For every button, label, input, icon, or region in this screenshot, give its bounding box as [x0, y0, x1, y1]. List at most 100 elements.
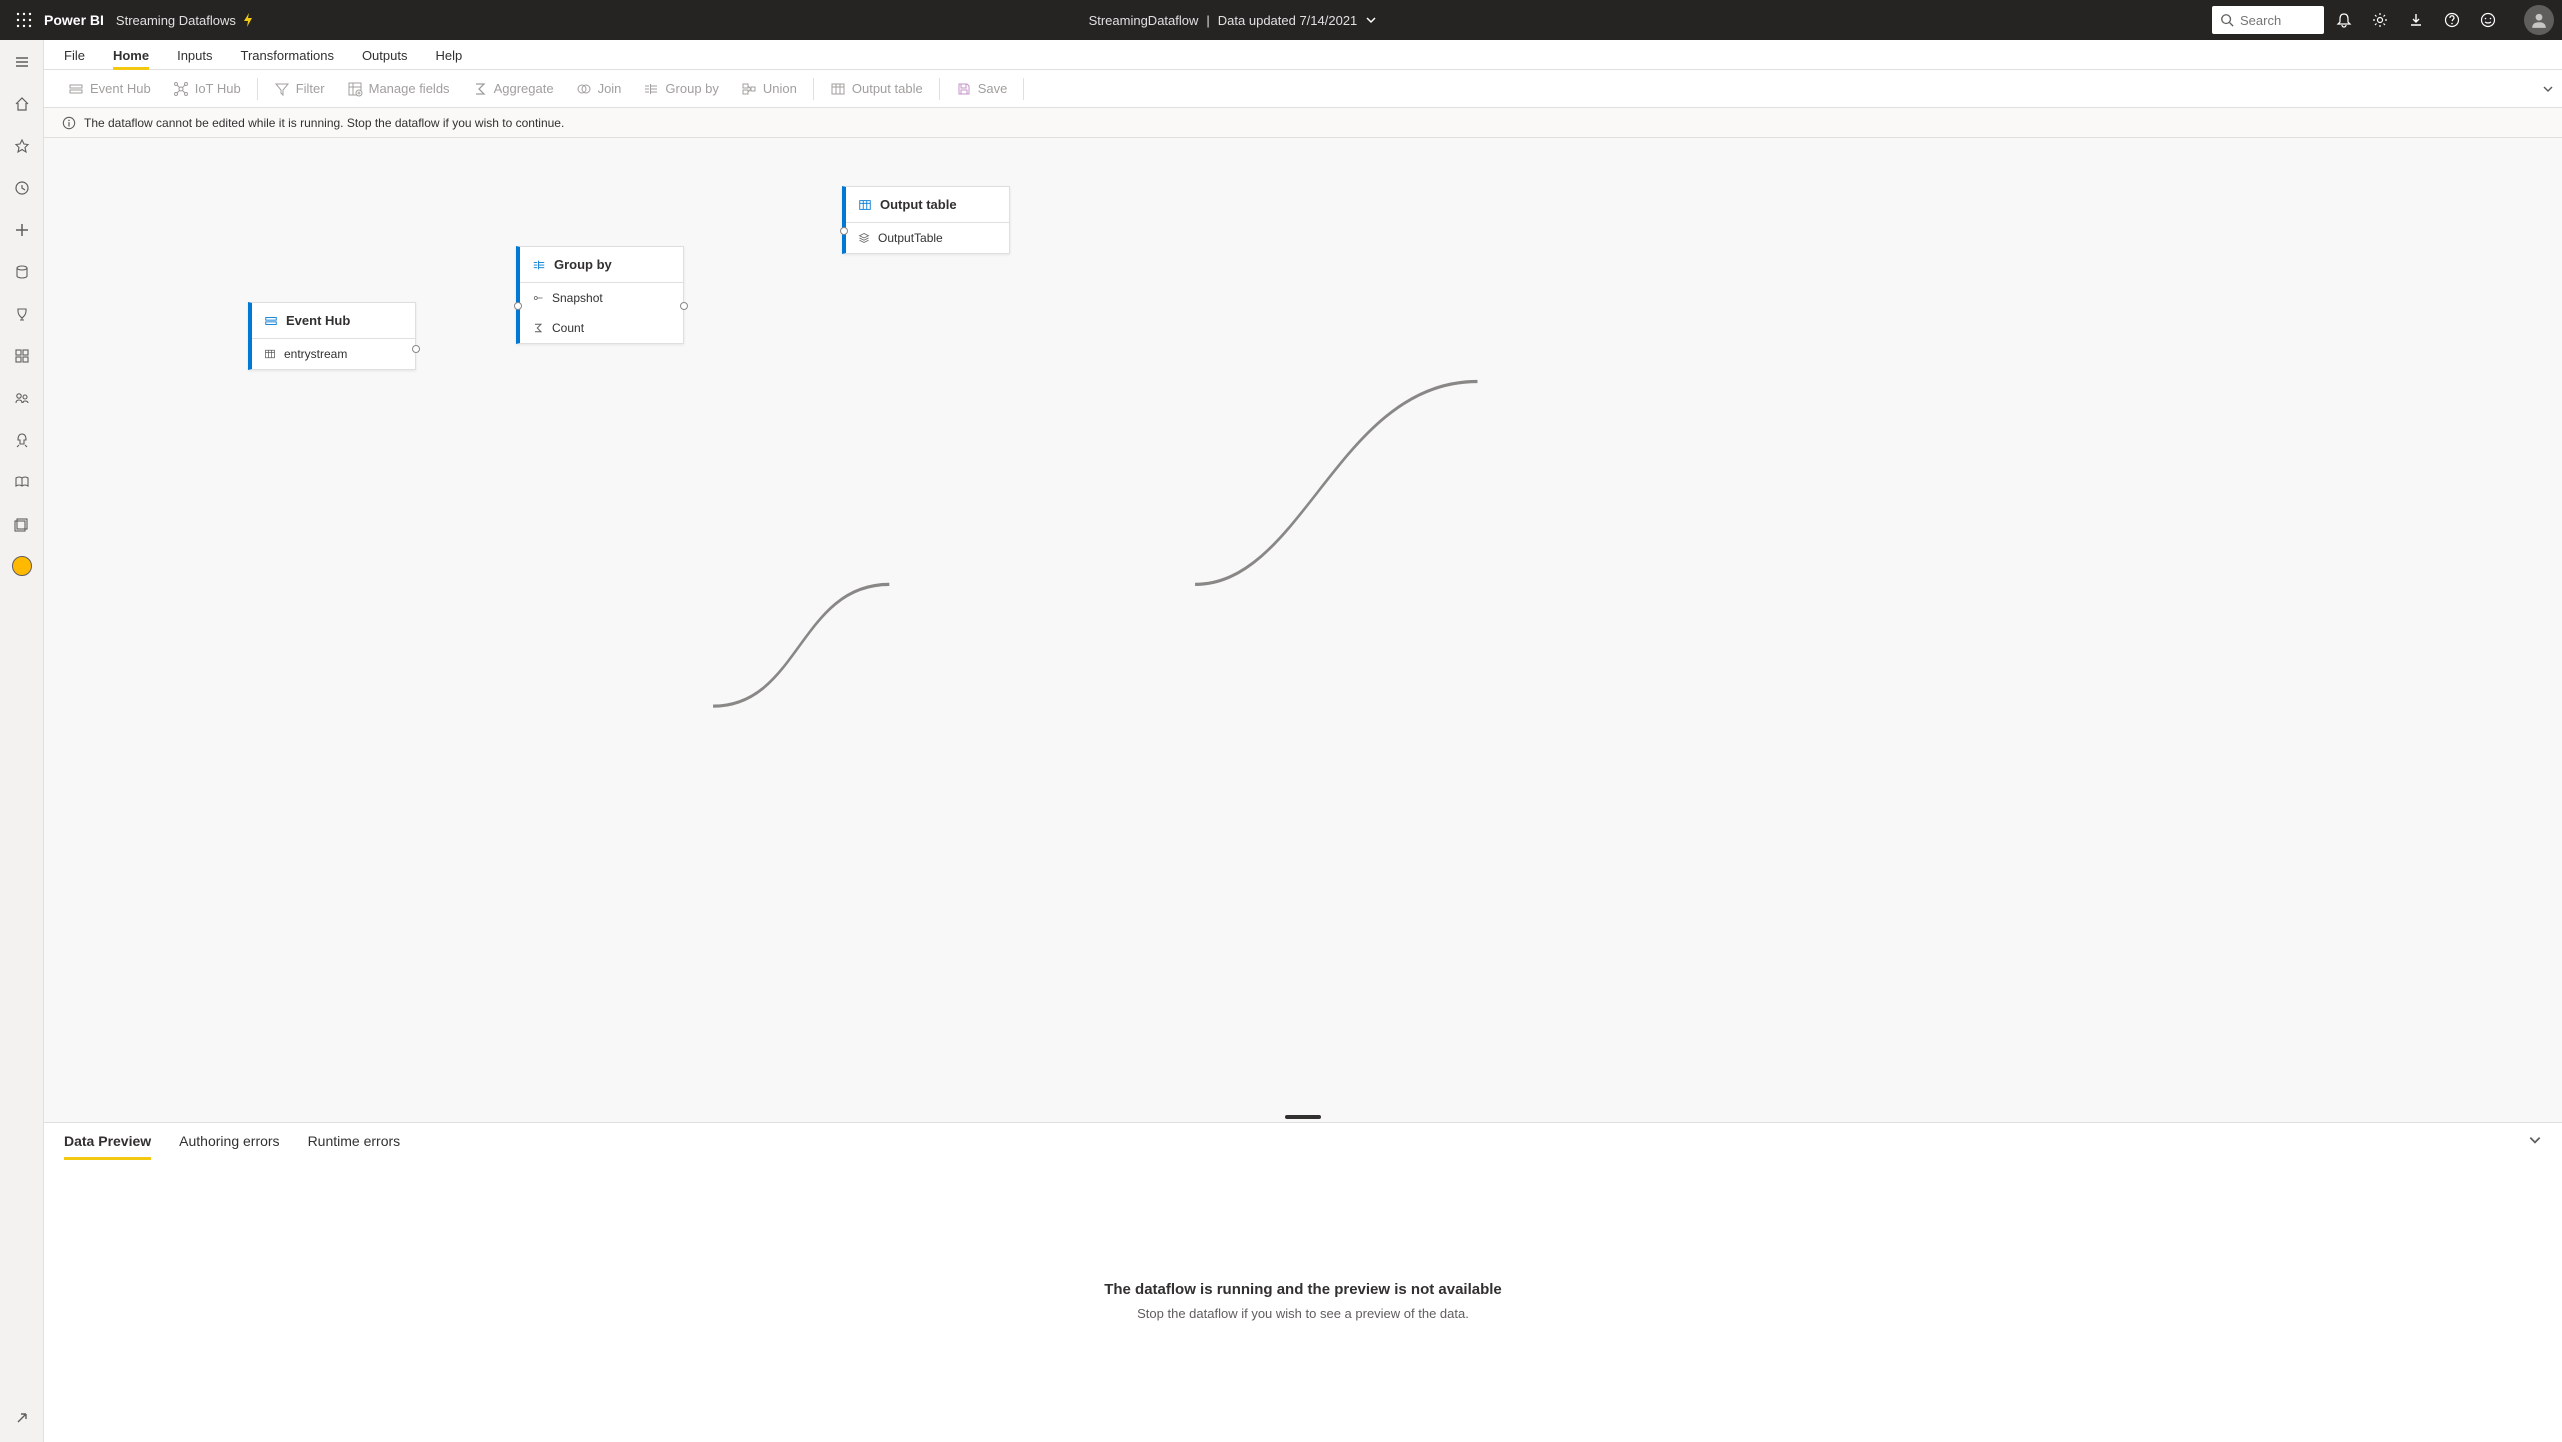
- ribbon-event-hub-label: Event Hub: [90, 81, 151, 96]
- ribbon-event-hub: Event Hub: [58, 77, 161, 101]
- node-group-by[interactable]: Group by Snapshot Count: [516, 246, 684, 344]
- avatar[interactable]: [2524, 5, 2554, 35]
- node-output-table-title: Output table: [880, 197, 957, 212]
- chevron-down-icon[interactable]: [1365, 14, 1377, 26]
- ribbon-overflow-icon[interactable]: [2542, 83, 2554, 95]
- aggregate-icon: [472, 81, 488, 97]
- tab-data-preview[interactable]: Data Preview: [64, 1133, 151, 1159]
- ribbon-iot-hub-label: IoT Hub: [195, 81, 241, 96]
- nav-favorites-icon[interactable]: [0, 134, 44, 158]
- bottom-tabs: Data Preview Authoring errors Runtime er…: [44, 1123, 2562, 1159]
- node-group-by-title: Group by: [554, 257, 612, 272]
- subtitle-text: Streaming Dataflows: [116, 13, 236, 28]
- nav-datasets-icon[interactable]: [0, 260, 44, 284]
- tab-file[interactable]: File: [64, 48, 85, 69]
- main-area: File Home Inputs Transformations Outputs…: [44, 40, 2562, 1442]
- snapshot-icon: [532, 292, 544, 304]
- nav-deploy-icon[interactable]: [0, 428, 44, 452]
- preview-unavailable-title: The dataflow is running and the preview …: [1104, 1281, 1502, 1298]
- notifications-icon[interactable]: [2336, 12, 2352, 28]
- node-group-by-row2: Count: [552, 321, 584, 335]
- panel-splitter[interactable]: [44, 1112, 2562, 1122]
- node-group-by-row1: Snapshot: [552, 291, 603, 305]
- help-icon[interactable]: [2444, 12, 2460, 28]
- node-event-hub[interactable]: Event Hub entrystream: [248, 302, 416, 370]
- preview-unavailable-sub: Stop the dataflow if you wish to see a p…: [1137, 1306, 1469, 1321]
- node-event-hub-row1: entrystream: [284, 347, 347, 361]
- ribbon-iot-hub: IoT Hub: [163, 77, 251, 101]
- node-output-table[interactable]: Output table OutputTable: [842, 186, 1010, 254]
- tab-transformations[interactable]: Transformations: [241, 48, 334, 69]
- app-launcher-icon[interactable]: [8, 12, 40, 28]
- event-hub-node-icon: [264, 314, 278, 328]
- ribbon-filter-label: Filter: [296, 81, 325, 96]
- union-icon: [741, 81, 757, 97]
- ribbon-aggregate: Aggregate: [462, 77, 564, 101]
- node-output-table-row1: OutputTable: [878, 231, 943, 245]
- top-bar: Power BI Streaming Dataflows StreamingDa…: [0, 0, 2562, 40]
- ribbon: Event Hub IoT Hub Filter Manage fields A…: [44, 70, 2562, 108]
- nav-shared-icon[interactable]: [0, 386, 44, 410]
- brand-label: Power BI: [44, 12, 104, 28]
- search-input[interactable]: [2240, 13, 2312, 28]
- group-by-node-icon: [532, 258, 546, 272]
- search-box[interactable]: [2212, 6, 2324, 34]
- table-icon: [264, 348, 276, 360]
- tab-authoring-errors[interactable]: Authoring errors: [179, 1133, 279, 1159]
- tab-outputs[interactable]: Outputs: [362, 48, 408, 69]
- nav-goals-icon[interactable]: [0, 302, 44, 326]
- nav-expand-icon[interactable]: [0, 1406, 44, 1430]
- node-group-by-input-port[interactable]: [514, 302, 522, 310]
- search-icon: [2220, 13, 2234, 27]
- ribbon-manage-fields: Manage fields: [337, 77, 460, 101]
- ribbon-save: Save: [946, 77, 1018, 101]
- nav-workspace-current-icon[interactable]: [0, 554, 44, 578]
- filter-icon: [274, 81, 290, 97]
- gear-icon[interactable]: [2372, 12, 2388, 28]
- ribbon-join-label: Join: [598, 81, 622, 96]
- ribbon-join: Join: [566, 77, 632, 101]
- nav-apps-icon[interactable]: [0, 344, 44, 368]
- left-nav: [0, 40, 44, 1442]
- info-icon: [62, 116, 76, 130]
- node-group-by-output-port[interactable]: [680, 302, 688, 310]
- save-icon: [956, 81, 972, 97]
- collapse-panel-icon[interactable]: [2528, 1133, 2542, 1147]
- nav-create-icon[interactable]: [0, 218, 44, 242]
- event-hub-icon: [68, 81, 84, 97]
- nav-menu-icon[interactable]: [0, 50, 44, 74]
- join-icon: [576, 81, 592, 97]
- output-table-icon: [830, 81, 846, 97]
- diagram-canvas[interactable]: Event Hub entrystream Group by Snapshot: [44, 138, 2562, 1112]
- feedback-icon[interactable]: [2480, 12, 2496, 28]
- node-event-hub-title: Event Hub: [286, 313, 350, 328]
- ribbon-manage-fields-label: Manage fields: [369, 81, 450, 96]
- nav-recent-icon[interactable]: [0, 176, 44, 200]
- dataflow-name: StreamingDataflow: [1089, 13, 1199, 28]
- bottom-content: The dataflow is running and the preview …: [44, 1159, 2562, 1442]
- group-by-icon: [643, 81, 659, 97]
- tab-home[interactable]: Home: [113, 48, 149, 69]
- menu-tabs: File Home Inputs Transformations Outputs…: [44, 40, 2562, 70]
- ribbon-output-table: Output table: [820, 77, 933, 101]
- nav-learn-icon[interactable]: [0, 470, 44, 494]
- ribbon-group-by-label: Group by: [665, 81, 718, 96]
- banner-message: The dataflow cannot be edited while it i…: [84, 116, 564, 130]
- header-center: StreamingDataflow | Data updated 7/14/20…: [254, 13, 2212, 28]
- sigma-icon: [532, 322, 544, 334]
- tab-help[interactable]: Help: [435, 48, 462, 69]
- output-table-node-icon: [858, 198, 872, 212]
- iot-hub-icon: [173, 81, 189, 97]
- app-subtitle: Streaming Dataflows: [116, 13, 254, 28]
- node-event-hub-output-port[interactable]: [412, 345, 420, 353]
- nav-workspaces-icon[interactable]: [0, 512, 44, 536]
- download-icon[interactable]: [2408, 12, 2424, 28]
- tab-runtime-errors[interactable]: Runtime errors: [308, 1133, 401, 1159]
- ribbon-union-label: Union: [763, 81, 797, 96]
- ribbon-save-label: Save: [978, 81, 1008, 96]
- node-output-table-input-port[interactable]: [840, 227, 848, 235]
- tab-inputs[interactable]: Inputs: [177, 48, 212, 69]
- ribbon-output-table-label: Output table: [852, 81, 923, 96]
- header-separator: |: [1206, 13, 1209, 28]
- nav-home-icon[interactable]: [0, 92, 44, 116]
